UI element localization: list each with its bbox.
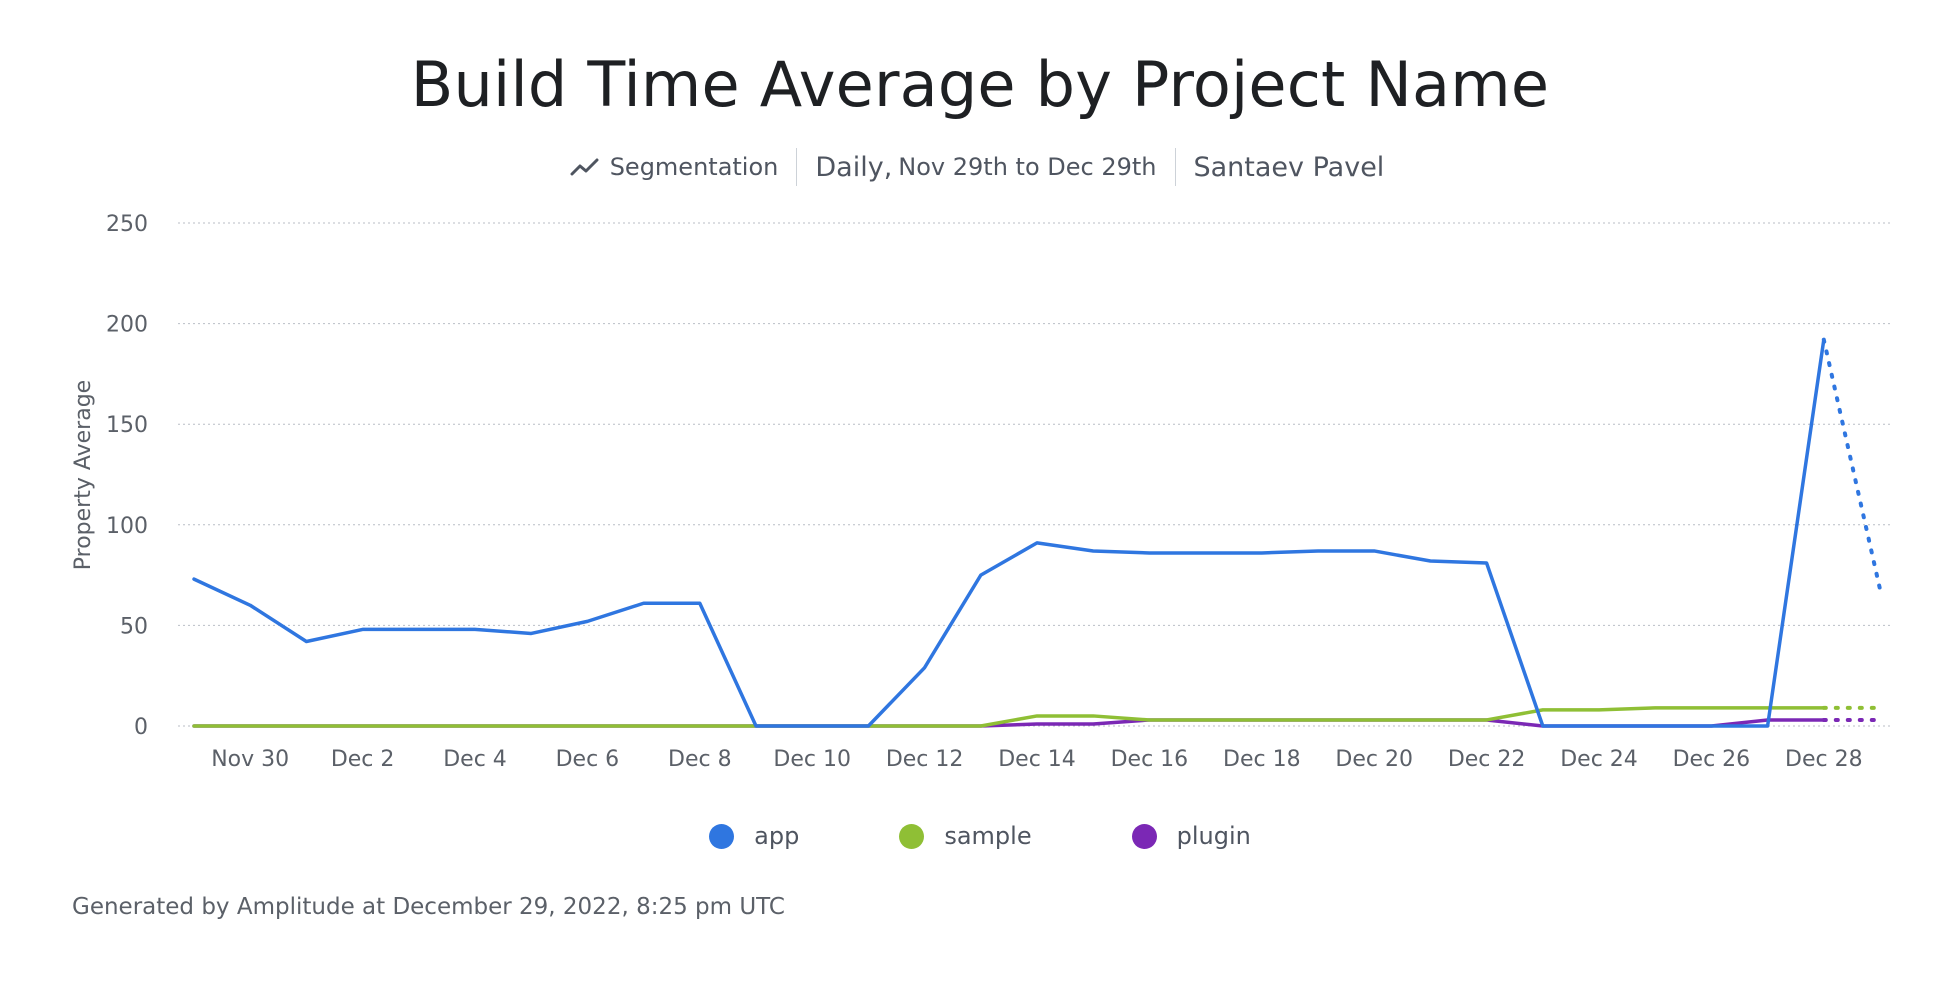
x-tick-label: Dec 26 [1673, 747, 1751, 772]
x-tick-label: Dec 14 [998, 747, 1076, 772]
y-axis-label: Property Average [71, 380, 96, 570]
x-tick-label: Dec 4 [443, 747, 507, 772]
x-tick-label: Dec 22 [1448, 747, 1526, 772]
y-tick-label: 150 [106, 413, 148, 438]
legend-label: app [754, 822, 800, 850]
series-line-app [192, 337, 1826, 728]
footer-note: Generated by Amplitude at December 29, 2… [72, 894, 785, 920]
legend-item-app[interactable]: app [709, 822, 799, 850]
grid-lines [178, 222, 1893, 727]
y-tick-label: 200 [106, 313, 148, 338]
legend-label: plugin [1176, 822, 1251, 850]
x-tick-label: Dec 10 [773, 747, 851, 772]
y-axis-ticks: 0 50 100 150 200 250 [106, 212, 148, 740]
x-axis-ticks: Nov 30 Dec 2 Dec 4 Dec 6 Dec 8 Dec 10 Dec 12 De… [211, 747, 1862, 772]
x-tick-label: Dec 8 [668, 747, 732, 772]
y-tick-label: 250 [106, 212, 148, 237]
legend-swatch [1131, 823, 1157, 849]
x-tick-label: Dec 6 [556, 747, 620, 772]
x-tick-label: Dec 24 [1560, 747, 1638, 772]
x-tick-label: Nov 30 [211, 747, 289, 772]
y-tick-label: 100 [106, 514, 148, 539]
series-line-app-incomplete [1821, 337, 1882, 592]
legend: app sample plugin [0, 822, 1960, 850]
x-tick-label: Dec 20 [1335, 747, 1413, 772]
x-tick-label: Dec 16 [1111, 747, 1189, 772]
legend-swatch [899, 823, 925, 849]
legend-swatch [709, 823, 735, 849]
series-lines [192, 337, 1882, 728]
x-tick-label: Dec 2 [331, 747, 395, 772]
legend-label: sample [944, 822, 1032, 850]
x-tick-label: Dec 28 [1785, 747, 1863, 772]
y-tick-label: 0 [134, 715, 148, 740]
x-tick-label: Dec 18 [1223, 747, 1301, 772]
x-tick-label: Dec 12 [886, 747, 964, 772]
y-tick-label: 50 [120, 614, 148, 639]
legend-item-sample[interactable]: sample [899, 822, 1032, 850]
legend-item-plugin[interactable]: plugin [1131, 822, 1251, 850]
